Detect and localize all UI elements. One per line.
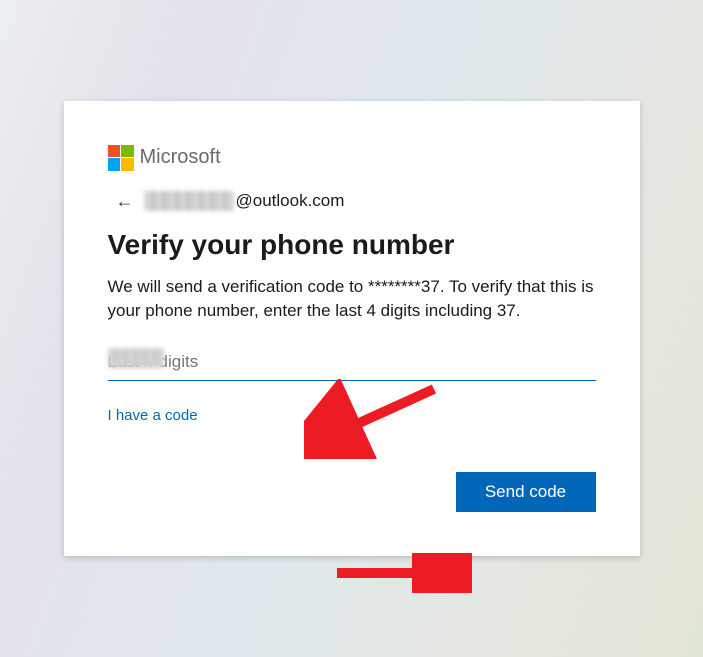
button-row: Send code bbox=[108, 472, 596, 512]
page-title: Verify your phone number bbox=[108, 229, 596, 261]
annotation-arrow-input-icon bbox=[304, 379, 444, 459]
brand-row: Microsoft bbox=[108, 145, 596, 171]
identity-row: ← @outlook.com bbox=[108, 191, 596, 211]
send-code-button[interactable]: Send code bbox=[456, 472, 596, 512]
phone-input-wrap bbox=[108, 346, 596, 381]
description-text: We will send a verification code to ****… bbox=[108, 275, 596, 323]
brand-name: Microsoft bbox=[140, 146, 221, 169]
phone-last4-input[interactable] bbox=[108, 346, 596, 381]
back-arrow-icon[interactable]: ← bbox=[116, 192, 134, 210]
have-code-link[interactable]: I have a code bbox=[108, 407, 198, 424]
email-suffix: @outlook.com bbox=[236, 191, 345, 211]
dialog-card: Microsoft ← @outlook.com Verify your pho… bbox=[64, 101, 640, 557]
microsoft-logo-icon bbox=[108, 145, 134, 171]
redacted-email-prefix bbox=[144, 191, 234, 211]
account-email: @outlook.com bbox=[144, 191, 345, 211]
annotation-arrow-button-icon bbox=[332, 553, 472, 593]
